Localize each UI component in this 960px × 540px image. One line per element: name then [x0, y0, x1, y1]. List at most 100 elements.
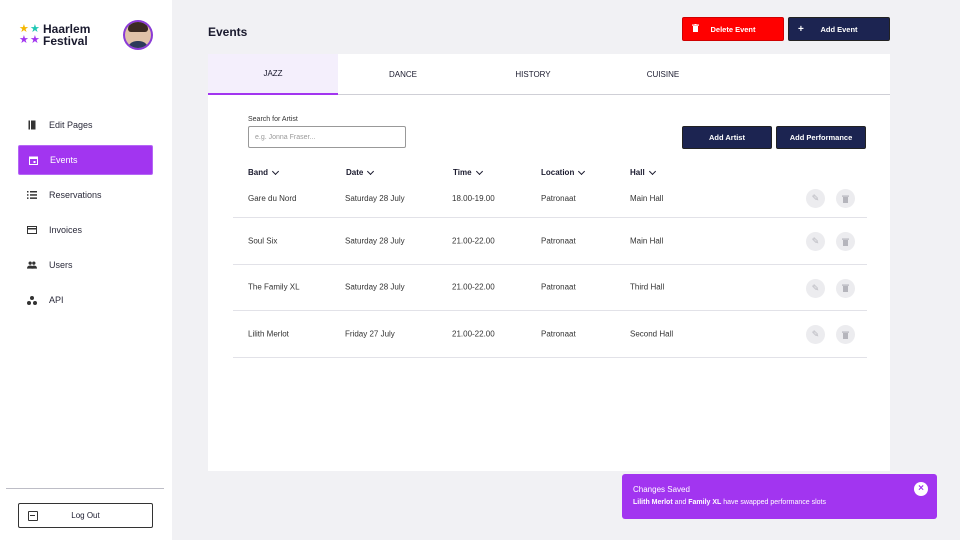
sidebar-item-label: Users [49, 260, 73, 270]
chevron-down-icon [578, 167, 586, 175]
column-label: Hall [630, 168, 645, 177]
toast-message: Lilith Merlot and Family XL have swapped… [633, 499, 826, 506]
tab-dance[interactable]: DANCE [338, 54, 468, 94]
chevron-down-icon [271, 167, 280, 175]
haarlem-festival-logo[interactable]: ★ ★ ★ ★ Haarlem Festival [19, 23, 119, 48]
tab-cuisine[interactable]: CUISINE [598, 54, 728, 94]
chevron-down-icon [648, 167, 656, 175]
table-body: Gare du Nord Saturday 28 July 18.00-19.0… [233, 182, 867, 358]
performances-table: Band Date Time Location Hall Gare du Nor… [233, 167, 867, 358]
column-label: Time [453, 168, 472, 177]
add-artist-button[interactable]: Add Artist [682, 126, 772, 149]
artist-search-input[interactable] [248, 126, 406, 148]
table-row[interactable]: Lilith Merlot Friday 27 July 21.00-22.00… [233, 311, 867, 358]
cell-location: Patronaat [541, 194, 576, 203]
column-header-date[interactable]: Date [346, 167, 375, 177]
cell-date: Friday 27 July [345, 329, 395, 339]
logo-line-2: Festival [43, 33, 88, 48]
trash-icon[interactable] [836, 278, 855, 298]
cell-time: 18.00-19.00 [452, 194, 495, 203]
cell-time: 21.00-22.00 [452, 329, 495, 339]
cell-band: Lilith Merlot [248, 329, 289, 339]
page-title: Events [208, 25, 248, 39]
users-icon [27, 260, 37, 270]
cell-hall: Main Hall [630, 194, 664, 203]
tab-history[interactable]: HISTORY [468, 54, 598, 94]
cell-hall: Third Hall [630, 282, 665, 292]
column-label: Location [541, 168, 575, 177]
chevron-down-icon [367, 167, 375, 175]
toast-connector: and [672, 499, 689, 506]
star-icon: ★ [19, 34, 29, 46]
logout-button[interactable]: Log Out [18, 503, 153, 528]
tab-jazz[interactable]: JAZZ [208, 54, 338, 95]
toast-rest: have swapped performance slots [721, 499, 826, 506]
add-performance-button[interactable]: Add Performance [776, 126, 866, 149]
table-row[interactable]: The Family XL Saturday 28 July 21.00-22.… [233, 265, 867, 311]
toast-name-2: Family XL [688, 499, 722, 506]
avatar-shirt [127, 41, 149, 48]
sidebar-item-label: Events [50, 155, 78, 165]
table-header: Band Date Time Location Hall [233, 167, 867, 182]
search-label: Search for Artist [248, 116, 298, 123]
trash-icon [692, 23, 699, 35]
cell-band: Gare du Nord [248, 194, 297, 203]
events-panel: JAZZ DANCE HISTORY CUISINE Search for Ar… [208, 54, 890, 471]
delete-event-button[interactable]: Delete Event [682, 17, 784, 41]
toast-name-1: Lilith Merlot [633, 499, 673, 506]
sidebar-item-edit-pages[interactable]: Edit Pages [18, 110, 153, 140]
close-icon[interactable]: × [914, 482, 928, 496]
plus-icon: + [798, 23, 804, 35]
avatar-face [125, 22, 151, 48]
edit-icon[interactable]: ✎ [806, 189, 825, 208]
trash-icon[interactable] [836, 189, 855, 208]
edit-icon[interactable]: ✎ [806, 278, 825, 298]
logout-label: Log Out [71, 511, 100, 520]
add-event-label: Add Event [820, 24, 858, 34]
column-label: Date [346, 168, 364, 177]
sidebar-item-reservations[interactable]: Reservations [18, 180, 153, 210]
sidebar-item-users[interactable]: Users [18, 250, 153, 280]
delete-event-label: Delete Event [710, 24, 756, 34]
edit-icon[interactable]: ✎ [806, 325, 825, 344]
avatar-hair [128, 22, 148, 32]
sidebar-item-invoices[interactable]: Invoices [18, 215, 153, 245]
avatar[interactable] [123, 20, 153, 50]
category-tabs: JAZZ DANCE HISTORY CUISINE [208, 54, 890, 95]
column-header-band[interactable]: Band [248, 167, 280, 177]
cell-hall: Second Hall [630, 329, 674, 339]
sidebar-item-api[interactable]: API [18, 285, 153, 315]
cell-location: Patronaat [541, 282, 576, 292]
column-header-time[interactable]: Time [453, 167, 483, 177]
table-row[interactable]: Soul Six Saturday 28 July 21.00-22.00 Pa… [233, 218, 867, 265]
table-row[interactable]: Gare du Nord Saturday 28 July 18.00-19.0… [233, 182, 867, 218]
trash-icon[interactable] [836, 232, 855, 251]
cell-location: Patronaat [541, 236, 576, 246]
list-icon [27, 190, 37, 200]
cell-hall: Main Hall [630, 236, 664, 246]
card-icon [27, 225, 37, 235]
cell-date: Saturday 28 July [345, 194, 405, 203]
cell-date: Saturday 28 July [345, 282, 405, 292]
star-icon: ★ [30, 34, 40, 46]
cell-band: Soul Six [248, 236, 278, 246]
sidebar-item-label: API [49, 295, 64, 305]
trash-icon[interactable] [836, 325, 855, 344]
toast-title: Changes Saved [633, 485, 690, 494]
sidebar-divider [6, 488, 164, 489]
column-header-location[interactable]: Location [541, 167, 586, 177]
sidebar: ★ ★ ★ ★ Haarlem Festival Edit Pages Even… [0, 0, 172, 540]
edit-icon[interactable]: ✎ [806, 232, 825, 251]
logout-icon [28, 511, 38, 521]
cell-band: The Family XL [248, 282, 300, 292]
sidebar-item-events[interactable]: Events [18, 145, 153, 175]
calendar-icon [28, 155, 38, 165]
api-icon [27, 295, 37, 305]
add-event-button[interactable]: + Add Event [788, 17, 890, 41]
column-header-hall[interactable]: Hall [630, 167, 656, 177]
column-label: Band [248, 168, 268, 177]
logo-text: Haarlem Festival [43, 23, 90, 48]
sidebar-item-label: Invoices [49, 225, 83, 235]
cell-time: 21.00-22.00 [452, 236, 495, 246]
logo-stars: ★ ★ ★ ★ [19, 24, 43, 48]
